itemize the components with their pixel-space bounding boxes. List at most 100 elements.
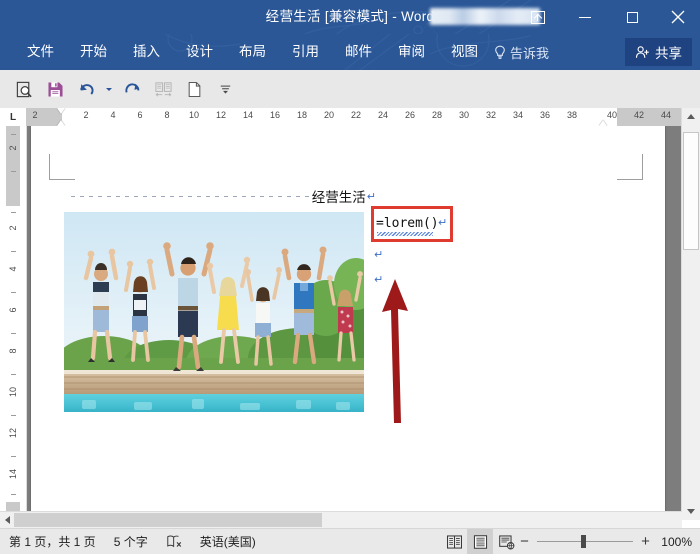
web-layout-icon [498, 534, 515, 550]
hruler-label: 14 [243, 110, 253, 120]
vruler-label: 10 [8, 387, 18, 397]
hruler-label: 40 [607, 110, 617, 120]
chevron-down-icon [106, 88, 112, 91]
tab-mailings[interactable]: 邮件 [332, 34, 385, 70]
ruler-text-zone [62, 108, 617, 126]
print-layout-icon [472, 534, 489, 550]
hruler-label: 2 [32, 110, 37, 120]
undo-icon [77, 80, 96, 99]
zoom-control[interactable]: − + 100% [519, 533, 700, 550]
close-icon [671, 10, 685, 24]
hruler-label: 22 [351, 110, 361, 120]
person-share-icon [635, 45, 650, 60]
word-count[interactable]: 5 个字 [105, 529, 157, 554]
hruler-label: 42 [634, 110, 644, 120]
hruler-label: 2 [83, 110, 88, 120]
proofing-status[interactable] [157, 529, 191, 554]
hruler-label: 6 [137, 110, 142, 120]
hruler-label: 24 [378, 110, 388, 120]
status-bar: 第 1 页，共 1 页 5 个字 英语(美国) [0, 528, 700, 554]
tab-design[interactable]: 设计 [173, 34, 226, 70]
read-mode-view-button[interactable] [441, 529, 467, 554]
hruler-label: 10 [189, 110, 199, 120]
share-button[interactable]: 共享 [625, 38, 692, 66]
scroll-left-button[interactable] [0, 512, 14, 528]
quick-access-toolbar [0, 70, 700, 109]
vruler-label: 12 [8, 428, 18, 438]
print-preview-button[interactable] [10, 75, 38, 103]
tab-home[interactable]: 开始 [67, 34, 120, 70]
new-document-button[interactable] [180, 75, 208, 103]
tab-layout[interactable]: 布局 [226, 34, 279, 70]
paragraph-mark: ↵ [374, 248, 383, 261]
hruler-label: 44 [661, 110, 671, 120]
first-line-indent-marker[interactable] [57, 108, 65, 114]
red-up-arrow [371, 271, 421, 431]
minimize-icon [579, 17, 591, 18]
page-indicator[interactable]: 第 1 页，共 1 页 [0, 529, 105, 554]
customize-qat-button[interactable] [211, 75, 239, 103]
watermark-text [370, 515, 490, 527]
vertical-scrollbar[interactable] [681, 108, 700, 520]
inserted-photo[interactable] [64, 212, 364, 412]
annotation-arrow [371, 271, 421, 431]
zoom-in-button[interactable]: + [640, 533, 651, 550]
web-layout-view-button[interactable] [493, 529, 519, 554]
leader-dots [71, 196, 309, 197]
compare-button[interactable] [149, 75, 177, 103]
vruler-label: 14 [8, 469, 18, 479]
tab-stop-selector[interactable]: L [0, 108, 27, 126]
vruler-label: 2 [8, 145, 18, 150]
minimize-button[interactable] [562, 0, 608, 34]
zoom-out-button[interactable]: − [519, 533, 530, 550]
ribbon-display-options-button[interactable] [515, 0, 561, 34]
hruler-label: 30 [459, 110, 469, 120]
ruler-right-margin-zone [617, 108, 681, 126]
tab-file[interactable]: 文件 [14, 34, 67, 70]
undo-button[interactable] [72, 75, 100, 103]
tab-references[interactable]: 引用 [279, 34, 332, 70]
print-layout-view-button[interactable] [467, 529, 493, 554]
horizontal-scrollbar-thumb[interactable] [14, 513, 322, 527]
horizontal-ruler-track: 2 2 4 6 8 10 12 14 16 18 20 22 24 26 28 … [26, 108, 700, 126]
scroll-up-button[interactable] [682, 108, 700, 125]
vruler-label: 8 [8, 348, 18, 353]
horizontal-ruler[interactable]: L 2 2 4 6 8 10 12 14 16 18 20 22 24 26 2… [0, 108, 700, 127]
lightbulb-icon [494, 45, 506, 59]
zoom-level-label[interactable]: 100% [658, 535, 692, 549]
language-indicator[interactable]: 英语(美国) [191, 529, 265, 554]
tab-insert[interactable]: 插入 [120, 34, 173, 70]
tell-me-box[interactable]: 告诉我 [494, 34, 549, 70]
status-spacer [265, 529, 441, 554]
hruler-label: 20 [324, 110, 334, 120]
close-button[interactable] [656, 0, 700, 34]
new-document-icon [185, 80, 204, 99]
title-bar: 经营生活 [兼容模式] - Word [0, 0, 700, 34]
hruler-label: 8 [164, 110, 169, 120]
heading-paragraph[interactable]: 经营生活 ↵ [71, 188, 376, 204]
chevron-up-icon [687, 114, 695, 119]
zoom-slider-track[interactable] [537, 541, 633, 542]
read-mode-icon [446, 534, 463, 550]
save-button[interactable] [41, 75, 69, 103]
spelling-error-underline [377, 232, 433, 236]
hruler-label: 26 [405, 110, 415, 120]
maximize-button[interactable] [609, 0, 655, 34]
vertical-scrollbar-thumb[interactable] [683, 132, 699, 250]
tab-view[interactable]: 视图 [438, 34, 491, 70]
ribbon-tab-bar: 文件 开始 插入 设计 布局 引用 邮件 审阅 视图 告诉我 [0, 34, 700, 70]
document-page[interactable]: 经营生活 ↵ [31, 126, 665, 520]
horizontal-scrollbar[interactable] [0, 511, 682, 529]
zoom-slider-thumb[interactable] [581, 535, 586, 548]
vruler-top-margin-zone [6, 126, 20, 206]
hruler-label: 38 [567, 110, 577, 120]
document-canvas[interactable]: 经营生活 ↵ [27, 126, 682, 520]
field-code-text[interactable]: =lorem() [376, 216, 439, 231]
tab-review[interactable]: 审阅 [385, 34, 438, 70]
vertical-ruler[interactable]: 2 2 4 6 8 10 12 14 [0, 126, 27, 520]
undo-dropdown-button[interactable] [103, 75, 115, 103]
redo-icon [123, 80, 142, 99]
redo-button[interactable] [118, 75, 146, 103]
scroll-down-button[interactable] [682, 503, 700, 520]
save-icon [46, 80, 65, 99]
